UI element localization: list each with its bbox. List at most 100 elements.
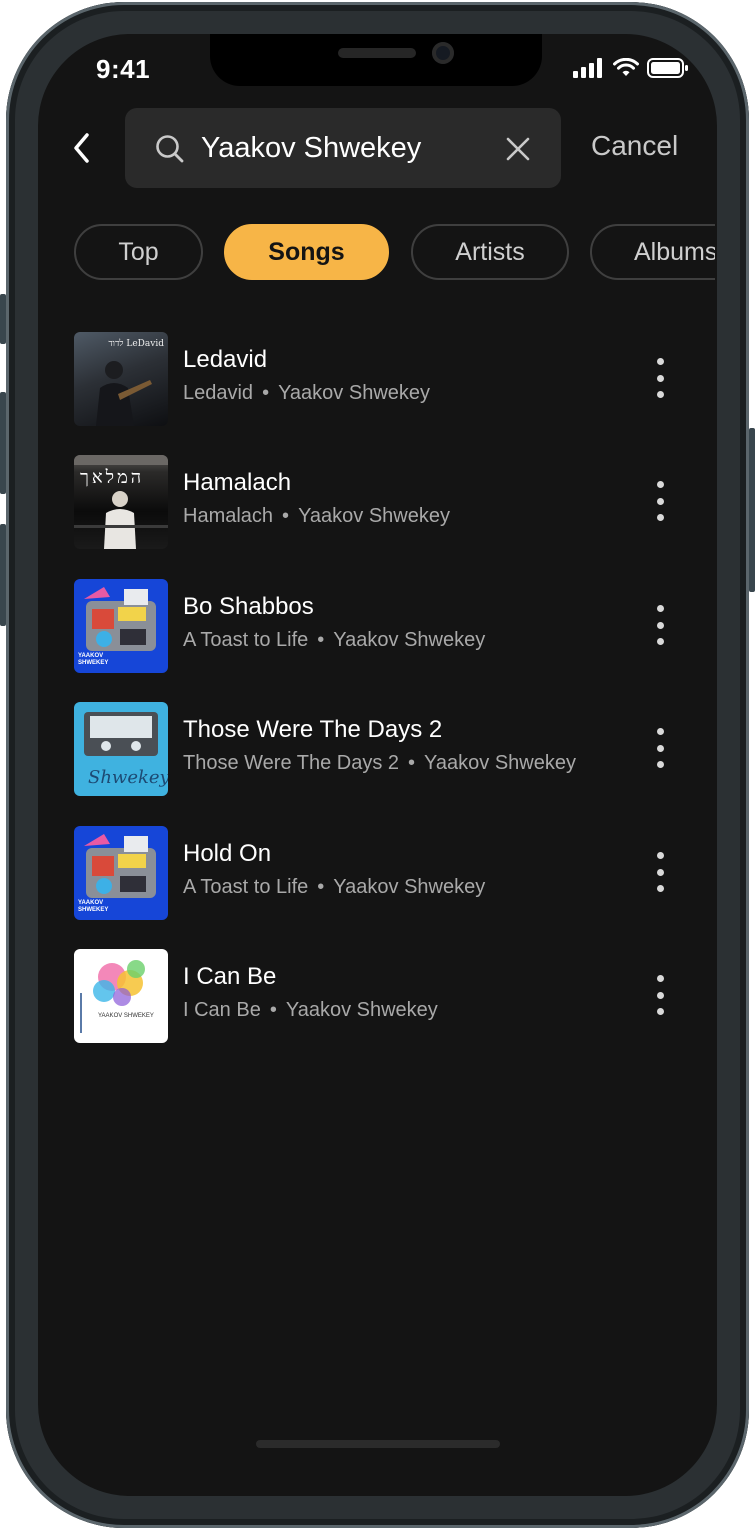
song-row[interactable]: המלאך Hamalach Hamalach • Yaakov Shwekey <box>74 453 684 549</box>
song-artist: Yaakov Shwekey <box>424 752 576 774</box>
more-options-button[interactable] <box>650 975 670 1015</box>
status-icons <box>573 58 689 78</box>
separator-dot: • <box>317 876 325 898</box>
song-album: A Toast to Life <box>183 629 309 651</box>
song-title: I Can Be <box>183 963 277 990</box>
wifi-icon <box>613 58 639 76</box>
speaker <box>338 48 416 58</box>
cancel-button[interactable]: Cancel <box>591 130 678 162</box>
silent-switch <box>0 294 6 344</box>
dot <box>656 975 664 982</box>
song-title: Hold On <box>183 840 272 867</box>
dot <box>656 481 664 488</box>
dot <box>656 728 664 735</box>
song-artist: Yaakov Shwekey <box>333 629 486 651</box>
power-button <box>749 428 755 592</box>
song-album: Hamalach <box>183 505 274 527</box>
dot <box>656 391 664 398</box>
close-icon <box>506 137 530 161</box>
tab-label: Top <box>118 237 159 266</box>
separator-dot: • <box>408 752 416 774</box>
cellular-signal-icon <box>573 58 602 78</box>
more-options-button[interactable] <box>650 728 670 768</box>
tab-artists[interactable]: Artists <box>411 224 569 280</box>
cover-text: המלאך <box>80 467 145 488</box>
dot <box>656 1008 664 1015</box>
cover-text: Shwekey <box>88 767 168 788</box>
tab-albums[interactable]: Albums <box>590 224 715 280</box>
song-album: A Toast to Life <box>183 876 309 898</box>
tab-top[interactable]: Top <box>74 224 203 280</box>
dot <box>656 638 664 645</box>
home-indicator[interactable] <box>256 1440 500 1448</box>
song-title: Hamalach <box>183 469 292 496</box>
notch <box>210 34 542 86</box>
dot <box>656 497 664 505</box>
tab-label: Songs <box>268 237 345 266</box>
song-artist: Yaakov Shwekey <box>278 382 431 404</box>
dot <box>656 374 664 382</box>
back-button[interactable] <box>64 130 100 166</box>
song-row[interactable]: Shwekey Those Were The Days 2 Those Were… <box>74 700 684 796</box>
volume-down-button <box>0 524 6 626</box>
chevron-left-icon <box>74 133 89 163</box>
cover-text: YAAKOV SHWEKEY <box>78 653 109 666</box>
dot <box>656 621 664 629</box>
song-title: Those Were The Days 2 <box>183 716 443 743</box>
song-row[interactable]: YAAKOV SHWEKEY I Can Be I Can Be • Yaakov … <box>74 947 684 1043</box>
album-cover: המלאך <box>74 455 168 549</box>
album-cover: YAAKOV SHWEKEY <box>74 826 168 920</box>
song-artist: Yaakov Shwekey <box>298 505 450 527</box>
screen: 9:41 Yaakov Shwekey Cancel Top Songs Art… <box>38 34 717 1496</box>
album-cover: Shwekey <box>74 702 168 796</box>
album-cover: לדוד LeDavid <box>74 332 168 426</box>
more-options-button[interactable] <box>650 358 670 398</box>
song-album: Those Were The Days 2 <box>183 752 400 774</box>
song-subtitle: Hamalach • Yaakov Shwekey <box>183 505 450 528</box>
more-options-button[interactable] <box>650 605 670 645</box>
search-icon <box>156 135 184 163</box>
separator-dot: • <box>262 382 270 404</box>
front-camera <box>432 42 454 64</box>
song-row[interactable]: YAAKOV SHWEKEY Bo Shabbos A Toast to Lif… <box>74 577 684 673</box>
tab-label: Albums <box>634 237 715 266</box>
cover-text: YAAKOV SHWEKEY <box>98 1013 154 1019</box>
song-subtitle: I Can Be • Yaakov Shwekey <box>183 999 438 1022</box>
song-subtitle: Ledavid • Yaakov Shwekey <box>183 382 430 405</box>
more-options-button[interactable] <box>650 481 670 521</box>
tab-songs[interactable]: Songs <box>224 224 389 280</box>
separator-dot: • <box>269 999 277 1021</box>
song-row[interactable]: YAAKOV SHWEKEY Hold On A Toast to Life • Y… <box>74 824 684 920</box>
search-bar <box>125 108 561 188</box>
song-album: I Can Be <box>183 999 261 1021</box>
dot <box>656 358 664 365</box>
search-input[interactable] <box>201 126 491 170</box>
album-cover: YAAKOV SHWEKEY <box>74 579 168 673</box>
song-subtitle: A Toast to Life • Yaakov Shwekey <box>183 876 485 899</box>
song-title: Bo Shabbos <box>183 593 314 620</box>
song-row[interactable]: לדוד LeDavid Ledavid Ledavid • Yaakov Shwe… <box>74 330 684 426</box>
filter-tabs: Top Songs Artists Albums <box>74 224 715 284</box>
dot <box>656 514 664 521</box>
song-album: Ledavid <box>183 382 254 404</box>
dot <box>656 605 664 612</box>
song-title: Ledavid <box>183 346 268 373</box>
more-options-button[interactable] <box>650 852 670 892</box>
dot <box>656 885 664 892</box>
clear-search-button[interactable] <box>505 136 531 162</box>
song-subtitle: Those Were The Days 2 • Yaakov Shwekey <box>183 752 576 775</box>
separator-dot: • <box>282 505 290 527</box>
tab-label: Artists <box>455 237 525 266</box>
song-subtitle: A Toast to Life • Yaakov Shwekey <box>183 629 485 652</box>
album-cover: YAAKOV SHWEKEY <box>74 949 168 1043</box>
paint-splash-art <box>80 960 145 1033</box>
dot <box>656 868 664 876</box>
volume-up-button <box>0 392 6 494</box>
separator-dot: • <box>317 629 325 651</box>
dot <box>656 991 664 999</box>
dot <box>656 761 664 768</box>
dot <box>656 852 664 859</box>
cover-text: YAAKOV SHWEKEY <box>78 900 109 913</box>
song-artist: Yaakov Shwekey <box>333 876 486 898</box>
battery-icon <box>647 58 688 78</box>
